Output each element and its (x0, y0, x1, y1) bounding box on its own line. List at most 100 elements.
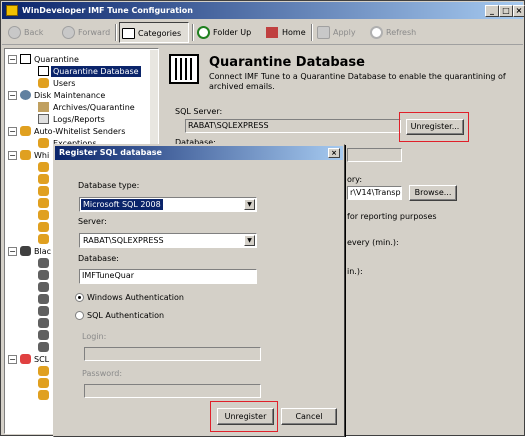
archive-icon (38, 102, 49, 112)
reporting-text: for reporting purposes (347, 212, 437, 221)
minimize-button[interactable]: _ (485, 5, 499, 17)
tree-item-users[interactable]: Users (5, 78, 149, 89)
every-min-label: every (min.): (347, 238, 399, 247)
collapse-icon[interactable]: − (8, 127, 17, 136)
tree-item-sub[interactable] (5, 306, 49, 317)
directory-field[interactable]: r\V14\Transpor (347, 186, 402, 200)
user-icon (38, 174, 49, 184)
windows-auth-radio[interactable] (75, 293, 84, 302)
dropdown-arrow-icon[interactable]: ▼ (244, 235, 255, 246)
tree-item-sub[interactable] (5, 234, 49, 245)
maximize-button[interactable]: □ (499, 5, 513, 17)
tree-item-sub[interactable] (5, 390, 49, 401)
highlight-box (210, 401, 278, 432)
tree-item-sub[interactable] (5, 210, 49, 221)
whitelist-icon (20, 126, 31, 136)
tree-item-sub[interactable] (5, 330, 49, 341)
close-button[interactable]: × (513, 5, 525, 17)
refresh-label: Refresh (386, 28, 417, 37)
tree-item-sub[interactable] (5, 270, 49, 281)
tree-item-sub[interactable] (5, 222, 49, 233)
tree-item-label: Users (53, 79, 76, 88)
password-label: Password: (82, 369, 123, 378)
home-button[interactable]: Home (264, 22, 310, 43)
tree-item-label: SCL (34, 355, 50, 364)
tree-item-auto-whitelist[interactable]: − Auto-Whitelist Senders (5, 126, 149, 137)
tree-item-sub[interactable] (5, 282, 49, 293)
server-value: RABAT\SQLEXPRESS (83, 236, 164, 245)
password-input[interactable] (84, 384, 261, 398)
apply-label: Apply (333, 28, 356, 37)
user-icon (38, 270, 49, 280)
collapse-icon[interactable]: − (8, 55, 17, 64)
quarantine-database-icon (169, 54, 199, 84)
collapse-icon[interactable]: − (8, 355, 17, 364)
tree-item-label: Disk Maintenance (34, 91, 106, 100)
tree-item-disk-maintenance[interactable]: − Disk Maintenance (5, 90, 149, 101)
sql-server-label: SQL Server: (175, 107, 223, 116)
collapse-icon[interactable]: − (8, 91, 17, 100)
apply-button[interactable]: Apply (315, 22, 360, 43)
user-icon (38, 390, 49, 400)
toolbar-separator (311, 24, 313, 41)
tree-item-sub[interactable] (5, 318, 49, 329)
user-icon (38, 282, 49, 292)
categories-label: Categories (138, 29, 182, 38)
tree-item-label: Auto-Whitelist Senders (34, 127, 126, 136)
user-icon (38, 342, 49, 352)
tree-item-sub[interactable] (5, 342, 49, 353)
register-sql-dialog: Register SQL database × Database type: M… (53, 144, 345, 437)
blacklist-icon (20, 246, 31, 256)
sql-server-field: RABAT\SQLEXPRESS (185, 119, 401, 133)
tree-item-label: Logs/Reports (53, 115, 105, 124)
database-name-input[interactable]: IMFTuneQuar (79, 269, 257, 284)
database-type-select[interactable]: Microsoft SQL 2008 ▼ (79, 197, 257, 212)
tree-item-logs-reports[interactable]: Logs/Reports (5, 114, 149, 125)
server-select[interactable]: RABAT\SQLEXPRESS ▼ (79, 233, 257, 248)
dialog-close-button[interactable]: × (328, 148, 340, 158)
tree-item-sub[interactable] (5, 162, 49, 173)
forward-label: Forward (78, 28, 111, 37)
browse-button[interactable]: Browse... (409, 185, 457, 201)
tree-item-sub[interactable] (5, 174, 49, 185)
folder-up-button[interactable]: Folder Up (195, 22, 255, 43)
refresh-button[interactable]: Refresh (368, 22, 420, 43)
tree-item-sub[interactable] (5, 258, 49, 269)
tree-item-label: Quarantine Database (51, 66, 141, 77)
user-icon (38, 366, 49, 376)
database-icon (38, 66, 49, 76)
user-icon (38, 210, 49, 220)
user-icon (38, 162, 49, 172)
user-icon (38, 234, 49, 244)
user-icon (38, 330, 49, 340)
forward-arrow-icon (62, 26, 75, 39)
tree-item-label: Quarantine (34, 55, 79, 64)
back-button[interactable]: Back (6, 22, 47, 43)
tree-item-quarantine[interactable]: − Quarantine (5, 54, 149, 65)
database-type-label: Database type: (78, 181, 140, 190)
collapse-icon[interactable]: − (8, 247, 17, 256)
tree-item-quarantine-database[interactable]: Quarantine Database (5, 66, 149, 77)
page-description: Connect IMF Tune to a Quarantine Databas… (209, 72, 506, 91)
tree-item-sub[interactable] (5, 294, 49, 305)
folder-up-icon (197, 26, 210, 39)
tree-item-sub[interactable] (5, 378, 49, 389)
collapse-icon[interactable]: − (8, 151, 17, 160)
tree-item-sub[interactable] (5, 198, 49, 209)
quarantine-icon (20, 54, 31, 64)
tree-item-sub[interactable] (5, 186, 49, 197)
scl-icon (20, 354, 31, 364)
exceptions-icon (38, 138, 49, 148)
database-field (347, 148, 402, 162)
dropdown-arrow-icon[interactable]: ▼ (244, 199, 255, 210)
forward-button[interactable]: Forward (60, 22, 114, 43)
categories-icon (122, 28, 135, 39)
categories-button[interactable]: Categories (119, 22, 189, 43)
cancel-button[interactable]: Cancel (281, 408, 337, 425)
tree-item-sub[interactable] (5, 366, 49, 377)
login-label: Login: (82, 332, 107, 341)
tree-item-archives-quarantine[interactable]: Archives/Quarantine (5, 102, 149, 113)
login-input[interactable] (84, 347, 261, 361)
sql-auth-radio[interactable] (75, 311, 84, 320)
main-window: WinDeveloper IMF Tune Configuration _ □ … (0, 0, 525, 437)
